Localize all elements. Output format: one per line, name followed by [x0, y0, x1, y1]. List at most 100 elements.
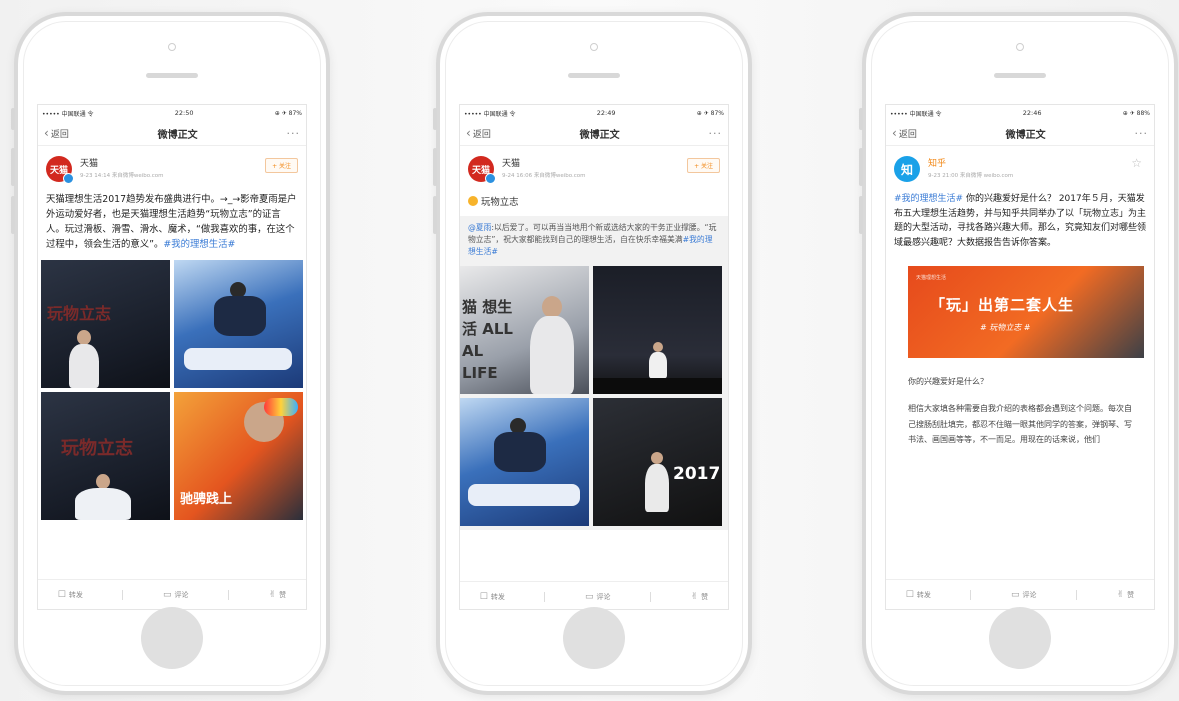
mute-switch: [11, 108, 15, 130]
weibo-post: 天猫 天猫 9-24 16:06 来自微博weibo.com + 关注 玩物立志…: [460, 146, 728, 530]
repost-button[interactable]: ☐ 转发: [480, 592, 505, 602]
post-author: 天猫 天猫 9-24 16:06 来自微博weibo.com + 关注: [468, 156, 720, 190]
comment-label: 评论: [596, 593, 611, 601]
like-button[interactable]: ✌ 赞: [269, 590, 287, 600]
status-bar: ••••• 中国联通 令 22:49 ⊕ ✈ 87%: [460, 105, 728, 121]
post-image[interactable]: 玩物立志: [41, 260, 170, 388]
hashtag-link[interactable]: #我的理想生活#: [163, 239, 235, 250]
person-figure: [75, 488, 131, 520]
comment-icon: ▭: [162, 590, 172, 600]
topic-text: 玩物立志: [481, 197, 519, 208]
clock: 22:50: [174, 109, 194, 117]
author-name[interactable]: 天猫: [502, 156, 586, 169]
comment-button[interactable]: ▭ 评论: [163, 590, 189, 600]
article-preview: 你的兴趣爱好是什么？ 相信大家填各种需要自我介绍的表格都会遇到这个问题。每次自己…: [886, 376, 1154, 448]
comment-icon: ▭: [1010, 590, 1020, 600]
banner-brand: 天猫理想生活: [916, 275, 947, 281]
mention-link[interactable]: @夏雨: [468, 223, 491, 232]
weibo-post: 知 知乎 9-23 21:00 来自微博 weibo.com ☆ #我的理想生活…: [886, 146, 1154, 250]
status-bar: ••••• 中国联通 令 22:46 ⊕ ✈ 88%: [886, 105, 1154, 121]
volume-up-button: [859, 148, 863, 186]
repost-label: 转发: [490, 593, 505, 601]
person-figure: [494, 432, 546, 472]
avatar-text: 知: [900, 162, 913, 177]
like-label: 赞: [701, 593, 709, 601]
back-button[interactable]: ‹ 返回: [44, 126, 69, 140]
avatar[interactable]: 天猫: [46, 156, 74, 184]
home-button[interactable]: [563, 607, 625, 669]
post-image[interactable]: 驰骋践上: [174, 392, 303, 520]
article-paragraph: 相信大家填各种需要自我介绍的表格都会遇到这个问题。每次自己搜肠刮肚填完，都忍不住…: [908, 404, 1132, 444]
screen: ••••• 中国联通 令 22:49 ⊕ ✈ 87% ‹ 返回 微博正文 ··· …: [459, 104, 729, 610]
article-heading: 你的兴趣爱好是什么？: [908, 377, 988, 386]
image-caption: 2017: [673, 464, 721, 484]
person-figure: [69, 344, 99, 388]
post-image[interactable]: [593, 266, 722, 394]
follow-button[interactable]: + 关注: [265, 158, 298, 173]
carrier-label: ••••• 中国联通 令: [42, 110, 94, 118]
avatar[interactable]: 知: [894, 156, 920, 182]
author-name[interactable]: 知乎: [928, 156, 1013, 169]
page-title: 微博正文: [157, 129, 198, 141]
snow-area: [468, 484, 580, 506]
repost-quote[interactable]: @夏雨:以后爱了。可以再当当地用个新或选结大家的干务正业撑腰。“玩物立志”，祝大…: [460, 216, 728, 530]
post-image[interactable]: 猫 想生活 ALL AL LIFE: [460, 266, 589, 394]
repost-button[interactable]: ☐ 转发: [906, 590, 931, 600]
post-image[interactable]: [174, 260, 303, 388]
phone-mockup-2: ••••• 中国联通 令 22:49 ⊕ ✈ 87% ‹ 返回 微博正文 ··· …: [433, 12, 752, 695]
more-button[interactable]: ···: [708, 127, 722, 140]
author-name[interactable]: 天猫: [80, 156, 164, 169]
banner-subtitle: # 玩物立志 #: [980, 323, 1031, 332]
back-label: 返回: [898, 129, 917, 140]
screen: ••••• 中国联通 令 22:46 ⊕ ✈ 88% ‹ 返回 微博正文 ··· …: [885, 104, 1155, 610]
smile-emoji-icon: [468, 196, 478, 206]
mute-switch: [859, 108, 863, 130]
carrier-label: ••••• 中国联通 令: [464, 110, 516, 118]
earpiece-speaker: [568, 73, 620, 78]
verified-badge-icon: [485, 173, 496, 184]
hashtag-link[interactable]: #我的理想生活#: [894, 194, 963, 204]
article-banner[interactable]: 天猫理想生活 「玩」出第二套人生 # 玩物立志 #: [908, 266, 1144, 358]
phone-mockup-3: ••••• 中国联通 令 22:46 ⊕ ✈ 88% ‹ 返回 微博正文 ··· …: [859, 12, 1178, 695]
comment-button[interactable]: ▭ 评论: [1011, 590, 1037, 600]
back-label: 返回: [472, 129, 491, 140]
star-icon[interactable]: ☆: [1131, 156, 1142, 170]
clock: 22:46: [1022, 109, 1042, 117]
battery-label: ⊕ ✈ 87%: [696, 109, 724, 117]
earpiece-speaker: [994, 73, 1046, 78]
post-image[interactable]: [460, 398, 589, 526]
person-figure: [77, 330, 91, 345]
page-title: 微博正文: [579, 129, 620, 141]
volume-down-button: [433, 196, 437, 234]
repost-button[interactable]: ☐ 转发: [58, 590, 83, 600]
action-bar: ☐ 转发 ▭ 评论 ✌ 赞: [38, 579, 306, 609]
follow-button[interactable]: + 关注: [687, 158, 720, 173]
author-info: 知乎 9-23 21:00 来自微博 weibo.com: [928, 156, 1013, 179]
image-grid: 猫 想生活 ALL AL LIFE 2017: [460, 266, 722, 526]
front-camera: [1016, 43, 1024, 51]
nav-bar: ‹ 返回 微博正文 ···: [886, 121, 1154, 146]
home-button[interactable]: [141, 607, 203, 669]
person-figure: [530, 316, 574, 394]
like-label: 赞: [279, 591, 287, 599]
more-button[interactable]: ···: [1134, 127, 1148, 140]
comment-button[interactable]: ▭ 评论: [585, 592, 611, 602]
post-meta: 9-23 21:00 来自微博 weibo.com: [928, 173, 1014, 179]
back-button[interactable]: ‹ 返回: [892, 126, 917, 140]
home-button[interactable]: [989, 607, 1051, 669]
battery-label: ⊕ ✈ 88%: [1122, 109, 1150, 117]
nav-bar: ‹ 返回 微博正文 ···: [38, 121, 306, 146]
post-image[interactable]: 玩物立志: [41, 392, 170, 520]
repost-icon: ☐: [479, 592, 488, 602]
divider: [1076, 590, 1078, 600]
like-button[interactable]: ✌ 赞: [1117, 590, 1135, 600]
thumbs-up-icon: ✌: [1116, 590, 1125, 600]
avatar[interactable]: 天猫: [468, 156, 496, 184]
chevron-left-icon: ‹: [466, 126, 471, 140]
back-button[interactable]: ‹ 返回: [466, 126, 491, 140]
post-image[interactable]: 2017: [593, 398, 722, 526]
like-button[interactable]: ✌ 赞: [691, 592, 709, 602]
more-button[interactable]: ···: [286, 127, 300, 140]
divider: [122, 590, 124, 600]
person-figure: [651, 452, 663, 464]
